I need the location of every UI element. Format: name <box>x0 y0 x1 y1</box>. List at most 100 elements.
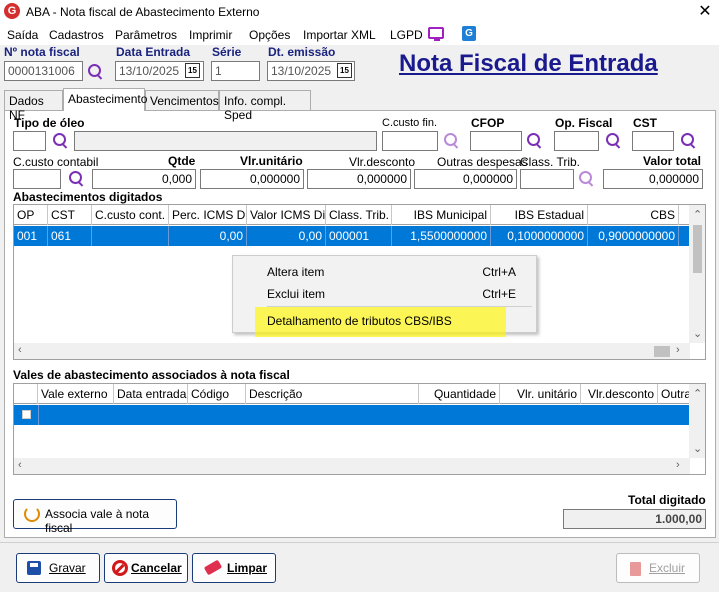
cfop-input[interactable] <box>470 131 522 151</box>
column-header[interactable]: C.custo cont. <box>92 205 169 225</box>
column-header[interactable]: Vlr. unitário <box>500 384 581 404</box>
table-row[interactable]: 001 061 0,00 0,00 000001 1,5500000000 0,… <box>14 226 690 246</box>
vlr-unitario-input[interactable]: 0,000000 <box>200 169 304 189</box>
search-icon[interactable] <box>527 133 543 149</box>
limpar-label: Limpar <box>227 561 268 575</box>
calendar-icon[interactable]: 15 <box>185 63 200 78</box>
scroll-down-icon[interactable]: ⌄ <box>693 327 702 340</box>
class-trib-input[interactable] <box>520 169 574 189</box>
table-row[interactable] <box>14 405 690 425</box>
ccusto-fin-label: C.custo fin. <box>382 117 438 129</box>
tipo-oleo-label: Tipo de óleo <box>14 116 85 130</box>
data-entrada-label: Data Entrada <box>116 45 191 59</box>
tab-abastecimento[interactable]: Abastecimento <box>63 88 147 111</box>
search-icon[interactable] <box>681 133 697 149</box>
outras-despesas-label: Outras despesas <box>437 155 528 169</box>
qtde-input[interactable]: 0,000 <box>92 169 196 189</box>
gravar-button[interactable]: Gravar <box>16 553 100 583</box>
search-icon[interactable] <box>69 171 85 187</box>
monitor-icon[interactable] <box>428 27 444 41</box>
menu-lgpd[interactable]: LGPD <box>390 28 423 42</box>
column-header[interactable]: Data entrada <box>114 384 188 404</box>
column-header[interactable]: Quantidade <box>419 384 500 404</box>
scroll-right-icon[interactable]: › <box>676 344 680 356</box>
search-icon[interactable] <box>579 171 595 187</box>
scroll-left-icon[interactable]: ‹ <box>18 344 22 356</box>
vlr-desconto-input[interactable]: 0,000000 <box>307 169 411 189</box>
search-icon[interactable] <box>444 133 460 149</box>
menu-cadastros[interactable]: Cadastros <box>49 28 104 42</box>
scroll-down-icon[interactable]: ⌄ <box>693 442 702 455</box>
scroll-thumb[interactable] <box>654 346 670 357</box>
column-header[interactable]: Perc. ICMS Dif. <box>169 205 247 225</box>
column-header[interactable]: OP <box>14 205 48 225</box>
search-icon[interactable] <box>606 133 622 149</box>
vertical-scrollbar[interactable]: ⌃ ⌄ <box>689 205 705 343</box>
context-menu-item-exclui[interactable]: Exclui item Ctrl+E <box>233 284 536 304</box>
tipo-oleo-code-input[interactable] <box>13 131 46 151</box>
tab-vencimentos[interactable]: Vencimentos <box>145 90 219 110</box>
outras-despesas-input[interactable]: 0,000000 <box>414 169 517 189</box>
column-header[interactable]: Vale externo <box>38 384 114 404</box>
column-header[interactable]: IBS Municipal <box>392 205 491 225</box>
associa-vale-button[interactable]: Associa vale à nota fiscal <box>13 499 177 535</box>
qtde-label: Qtde <box>168 154 196 168</box>
cfop-label: CFOP <box>471 116 505 130</box>
serie-input[interactable]: 1 <box>211 61 260 81</box>
column-header[interactable]: Código <box>188 384 246 404</box>
trash-icon <box>630 562 641 576</box>
calendar-icon[interactable]: 15 <box>337 63 352 78</box>
nota-fiscal-input[interactable]: 0000131006 <box>4 61 83 81</box>
row-checkbox[interactable] <box>22 410 31 419</box>
context-menu-shortcut: Ctrl+A <box>482 265 516 279</box>
close-window-button[interactable]: ✕ <box>694 1 716 23</box>
tab-info-compl-sped[interactable]: Info. compl. Sped <box>219 90 311 122</box>
scroll-left-icon[interactable]: ‹ <box>18 459 22 471</box>
column-header[interactable]: Outras <box>658 384 690 404</box>
column-header[interactable]: Valor ICMS Dif. <box>247 205 326 225</box>
scroll-up-icon[interactable]: ⌃ <box>693 387 702 400</box>
grid-header: OP CST C.custo cont. Perc. ICMS Dif. Val… <box>14 205 690 225</box>
excluir-button[interactable]: Excluir <box>616 553 700 583</box>
menu-saida[interactable]: Saída <box>7 28 38 42</box>
scroll-right-icon[interactable]: › <box>676 459 680 471</box>
abastecimentos-title: Abastecimentos digitados <box>13 190 163 204</box>
valor-total-input[interactable]: 0,000000 <box>603 169 703 189</box>
ccusto-contabil-input[interactable] <box>13 169 61 189</box>
cancelar-button[interactable]: Cancelar <box>104 553 188 583</box>
op-fiscal-label: Op. Fiscal <box>555 116 613 130</box>
context-menu-item-detalhamento[interactable]: Detalhamento de tributos CBS/IBS <box>233 311 536 331</box>
ccusto-fin-input[interactable] <box>382 131 438 151</box>
column-header[interactable]: Class. Trib. <box>326 205 392 225</box>
tab-dados-nf[interactable]: Dados NF <box>4 90 63 122</box>
scroll-thumb[interactable] <box>693 225 702 273</box>
vales-grid[interactable]: Vale externo Data entrada Código Descriç… <box>13 383 706 475</box>
context-menu: Altera item Ctrl+A Exclui item Ctrl+E De… <box>232 255 537 337</box>
cst-input[interactable] <box>632 131 674 151</box>
search-icon[interactable] <box>88 64 104 80</box>
data-entrada-value: 13/10/2025 <box>119 64 180 78</box>
menu-imprimir[interactable]: Imprimir <box>189 28 232 42</box>
column-header[interactable]: CST <box>48 205 92 225</box>
horizontal-scrollbar[interactable]: ‹ › <box>14 343 690 359</box>
context-menu-item-altera[interactable]: Altera item Ctrl+A <box>233 262 536 282</box>
menu-parametros[interactable]: Parâmetros <box>115 28 177 42</box>
menu-opcoes[interactable]: Opções <box>249 28 290 42</box>
column-header[interactable]: IBS Estadual <box>491 205 588 225</box>
scroll-up-icon[interactable]: ⌃ <box>693 208 702 221</box>
context-menu-item-label: Detalhamento de tributos CBS/IBS <box>267 314 452 328</box>
column-header[interactable]: Descrição <box>246 384 419 404</box>
menu-importar-xml[interactable]: Importar XML <box>303 28 376 42</box>
context-menu-item-label: Altera item <box>267 265 325 279</box>
g-app-icon[interactable]: G <box>462 26 476 41</box>
column-header[interactable]: Vlr.desconto <box>581 384 658 404</box>
vlr-unitario-label: Vlr.unitário <box>240 154 303 168</box>
vertical-scrollbar[interactable]: ⌃ ⌄ <box>689 384 705 458</box>
limpar-button[interactable]: Limpar <box>192 553 276 583</box>
vales-title: Vales de abastecimento associados à nota… <box>13 368 290 382</box>
search-icon[interactable] <box>53 133 69 149</box>
op-fiscal-input[interactable] <box>554 131 599 151</box>
refresh-icon <box>24 506 40 522</box>
column-header[interactable]: CBS <box>588 205 679 225</box>
horizontal-scrollbar[interactable]: ‹ › <box>14 458 690 474</box>
